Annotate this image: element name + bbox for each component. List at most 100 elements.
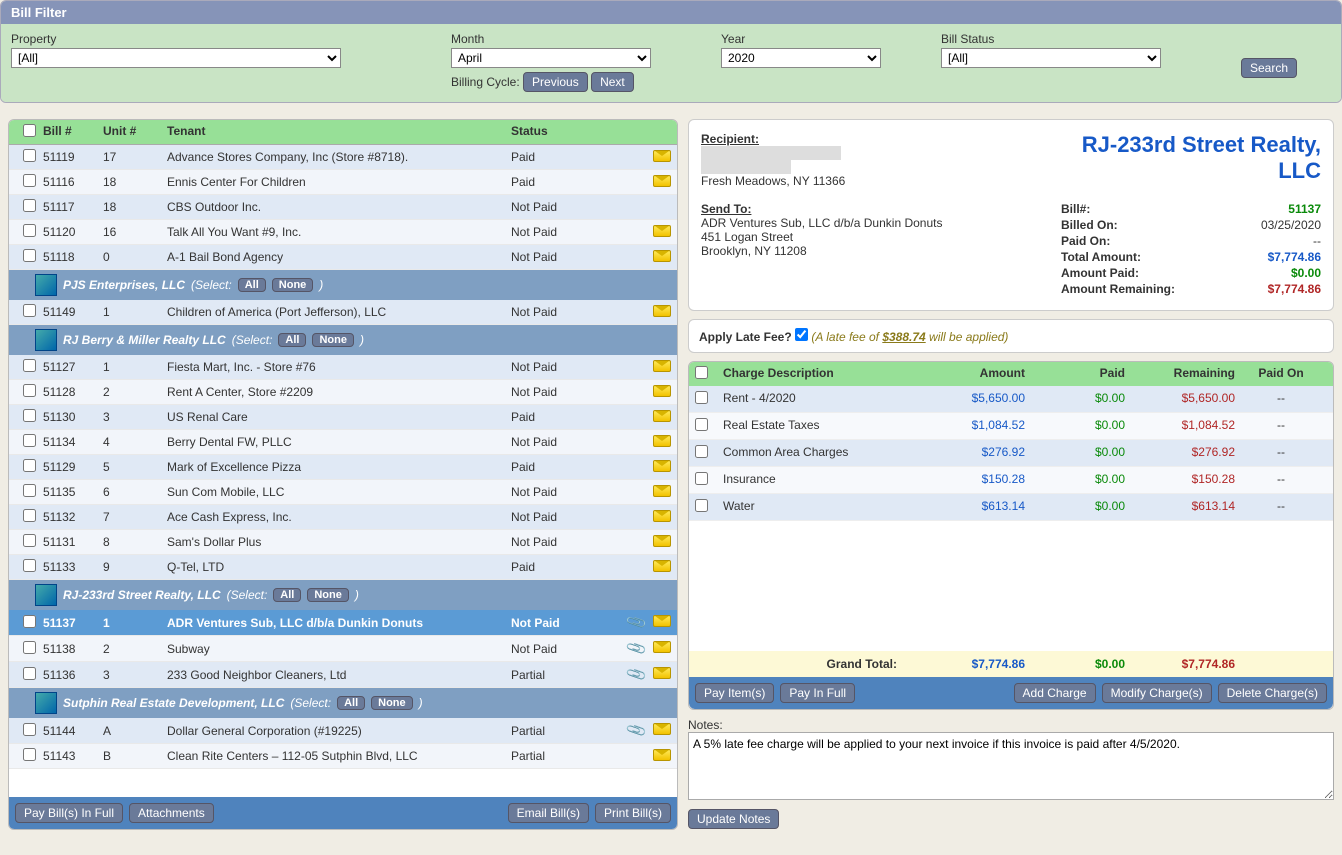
charge-amount[interactable]: $150.28 xyxy=(917,472,1025,488)
print-bills-button[interactable]: Print Bill(s) xyxy=(595,803,671,823)
row-checkbox[interactable] xyxy=(23,641,36,654)
row-checkbox[interactable] xyxy=(23,224,36,237)
table-row[interactable]: 51131 8 Sam's Dollar Plus Not Paid xyxy=(9,530,677,555)
attachment-icon[interactable]: 📎 xyxy=(625,611,649,634)
status-select[interactable]: [All] xyxy=(941,48,1161,68)
row-checkbox[interactable] xyxy=(23,249,36,262)
row-checkbox[interactable] xyxy=(23,615,36,628)
mail-icon[interactable] xyxy=(653,360,671,372)
table-row[interactable]: 51143 B Clean Rite Centers – 112-05 Sutp… xyxy=(9,744,677,769)
table-row[interactable]: 51119 17 Advance Stores Company, Inc (St… xyxy=(9,145,677,170)
mail-icon[interactable] xyxy=(653,410,671,422)
attachment-icon[interactable]: 📎 xyxy=(625,637,649,660)
charge-checkbox[interactable] xyxy=(695,445,708,458)
mail-icon[interactable] xyxy=(653,510,671,522)
mail-icon[interactable] xyxy=(653,723,671,735)
row-checkbox[interactable] xyxy=(23,748,36,761)
select-all-checkbox[interactable] xyxy=(23,124,36,137)
table-row[interactable]: 51134 4 Berry Dental FW, PLLC Not Paid xyxy=(9,430,677,455)
charge-amount[interactable]: $1,084.52 xyxy=(917,418,1025,434)
charge-amount[interactable]: $276.92 xyxy=(917,445,1025,461)
row-checkbox[interactable] xyxy=(23,174,36,187)
row-checkbox[interactable] xyxy=(23,484,36,497)
row-checkbox[interactable] xyxy=(23,149,36,162)
table-row[interactable]: 51127 1 Fiesta Mart, Inc. - Store #76 No… xyxy=(9,355,677,380)
table-row[interactable]: 51116 18 Ennis Center For Children Paid xyxy=(9,170,677,195)
pay-items-button[interactable]: Pay Item(s) xyxy=(695,683,774,703)
property-select[interactable]: [All] xyxy=(11,48,341,68)
email-bills-button[interactable]: Email Bill(s) xyxy=(508,803,589,823)
row-checkbox[interactable] xyxy=(23,667,36,680)
table-row[interactable]: 51135 6 Sun Com Mobile, LLC Not Paid xyxy=(9,480,677,505)
group-select-none[interactable]: None xyxy=(312,333,354,347)
table-row[interactable]: 51133 9 Q-Tel, LTD Paid xyxy=(9,555,677,580)
row-checkbox[interactable] xyxy=(23,434,36,447)
mail-icon[interactable] xyxy=(653,460,671,472)
charge-row[interactable]: Water $613.14 $0.00 $613.14 -- xyxy=(689,494,1333,521)
year-select[interactable]: 2020 xyxy=(721,48,881,68)
attachment-icon[interactable]: 📎 xyxy=(625,719,649,742)
mail-icon[interactable] xyxy=(653,250,671,262)
table-row[interactable]: 51130 3 US Renal Care Paid xyxy=(9,405,677,430)
row-checkbox[interactable] xyxy=(23,534,36,547)
group-select-none[interactable]: None xyxy=(307,588,349,602)
mail-icon[interactable] xyxy=(653,150,671,162)
row-checkbox[interactable] xyxy=(23,509,36,522)
row-checkbox[interactable] xyxy=(23,559,36,572)
row-checkbox[interactable] xyxy=(23,199,36,212)
row-checkbox[interactable] xyxy=(23,304,36,317)
group-select-all[interactable]: All xyxy=(273,588,301,602)
charge-row[interactable]: Rent - 4/2020 $5,650.00 $0.00 $5,650.00 … xyxy=(689,386,1333,413)
charge-checkbox[interactable] xyxy=(695,418,708,431)
row-checkbox[interactable] xyxy=(23,409,36,422)
table-row[interactable]: 51117 18 CBS Outdoor Inc. Not Paid xyxy=(9,195,677,220)
mail-icon[interactable] xyxy=(653,385,671,397)
delete-charges-button[interactable]: Delete Charge(s) xyxy=(1218,683,1327,703)
table-row[interactable]: 51118 0 A-1 Bail Bond Agency Not Paid xyxy=(9,245,677,270)
mail-icon[interactable] xyxy=(653,535,671,547)
table-row[interactable]: 51144 A Dollar General Corporation (#192… xyxy=(9,718,677,744)
charges-select-all[interactable] xyxy=(695,366,708,379)
row-checkbox[interactable] xyxy=(23,384,36,397)
row-checkbox[interactable] xyxy=(23,459,36,472)
table-row[interactable]: 51129 5 Mark of Excellence Pizza Paid xyxy=(9,455,677,480)
mail-icon[interactable] xyxy=(653,175,671,187)
pay-bills-in-full-button[interactable]: Pay Bill(s) In Full xyxy=(15,803,123,823)
row-checkbox[interactable] xyxy=(23,359,36,372)
table-row[interactable]: 51128 2 Rent A Center, Store #2209 Not P… xyxy=(9,380,677,405)
mail-icon[interactable] xyxy=(653,615,671,627)
mail-icon[interactable] xyxy=(653,667,671,679)
pay-in-full-button[interactable]: Pay In Full xyxy=(780,683,855,703)
modify-charges-button[interactable]: Modify Charge(s) xyxy=(1102,683,1212,703)
mail-icon[interactable] xyxy=(653,225,671,237)
previous-button[interactable]: Previous xyxy=(523,72,588,92)
mail-icon[interactable] xyxy=(653,435,671,447)
search-button[interactable]: Search xyxy=(1241,58,1297,78)
table-row[interactable]: 51120 16 Talk All You Want #9, Inc. Not … xyxy=(9,220,677,245)
mail-icon[interactable] xyxy=(653,641,671,653)
charge-checkbox[interactable] xyxy=(695,391,708,404)
group-select-all[interactable]: All xyxy=(278,333,306,347)
header-tenant[interactable]: Tenant xyxy=(167,124,511,140)
month-select[interactable]: April xyxy=(451,48,651,68)
charge-amount[interactable]: $5,650.00 xyxy=(917,391,1025,407)
mail-icon[interactable] xyxy=(653,560,671,572)
table-row[interactable]: 51137 1 ADR Ventures Sub, LLC d/b/a Dunk… xyxy=(9,610,677,636)
table-row[interactable]: 51138 2 Subway Not Paid 📎 xyxy=(9,636,677,662)
header-unit[interactable]: Unit # xyxy=(103,124,167,140)
group-select-all[interactable]: All xyxy=(238,278,266,292)
table-row[interactable]: 51149 1 Children of America (Port Jeffer… xyxy=(9,300,677,325)
notes-textarea[interactable]: A 5% late fee charge will be applied to … xyxy=(688,732,1334,800)
row-checkbox[interactable] xyxy=(23,723,36,736)
add-charge-button[interactable]: Add Charge xyxy=(1014,683,1096,703)
attachment-icon[interactable]: 📎 xyxy=(625,663,649,686)
mail-icon[interactable] xyxy=(653,485,671,497)
charge-row[interactable]: Common Area Charges $276.92 $0.00 $276.9… xyxy=(689,440,1333,467)
late-fee-checkbox[interactable] xyxy=(795,328,808,341)
table-row[interactable]: 51132 7 Ace Cash Express, Inc. Not Paid xyxy=(9,505,677,530)
header-status[interactable]: Status xyxy=(511,124,617,140)
group-select-none[interactable]: None xyxy=(371,696,413,710)
table-row[interactable]: 51136 3 233 Good Neighbor Cleaners, Ltd … xyxy=(9,662,677,688)
charge-row[interactable]: Real Estate Taxes $1,084.52 $0.00 $1,084… xyxy=(689,413,1333,440)
header-bill[interactable]: Bill # xyxy=(43,124,103,140)
